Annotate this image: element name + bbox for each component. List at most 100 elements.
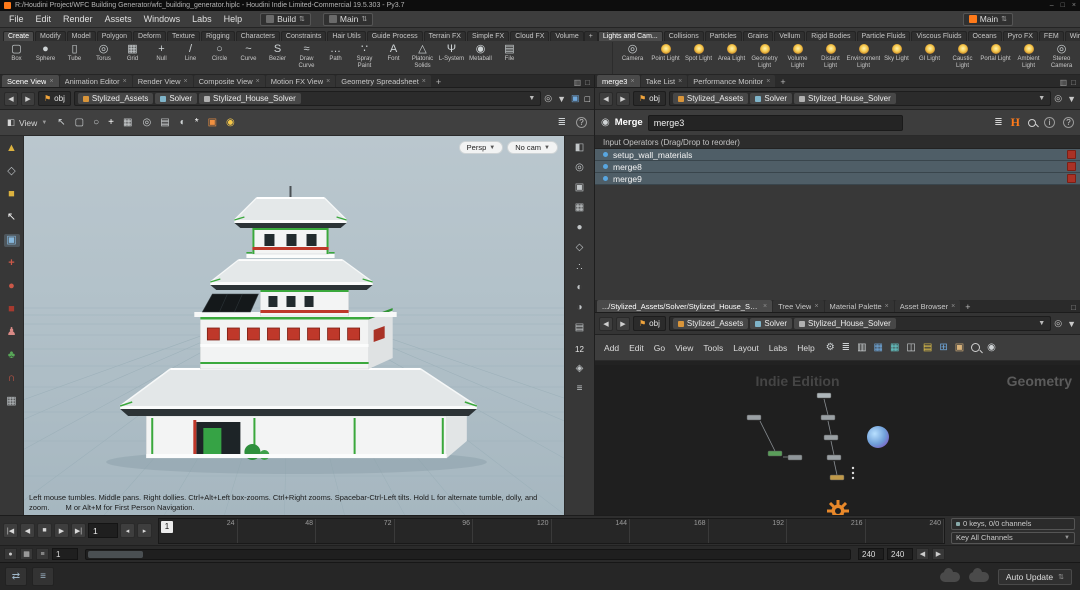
chevron-down-icon[interactable]: ▼ (1038, 95, 1047, 102)
jump-to-end-button[interactable]: ▶| (71, 523, 86, 538)
menu-item[interactable]: Tools (698, 343, 728, 353)
timeline-ruler[interactable]: 1 24487296120144168192216240 (158, 518, 945, 544)
timeline-tick[interactable]: 240 (866, 519, 945, 543)
shade-sphere-icon[interactable]: ● (576, 222, 582, 233)
timeline-tick[interactable]: 120 (473, 519, 552, 543)
chevron-down-icon[interactable]: ▼ (528, 95, 537, 102)
reference-grid-icon[interactable]: ▦ (575, 202, 584, 213)
close-tab-icon[interactable]: × (630, 78, 634, 85)
camera-view-icon[interactable]: ◎ (142, 117, 151, 128)
shelf-tab[interactable]: Polygon (97, 31, 132, 41)
shelf-tool[interactable]: Environment Light (847, 42, 880, 74)
close-tab-icon[interactable]: × (326, 78, 330, 85)
desktop-selector[interactable]: Build ⇅ (260, 13, 311, 26)
close-tab-icon[interactable]: × (123, 78, 127, 85)
shelf-tab[interactable]: Wires (1065, 31, 1080, 41)
shelf-tab[interactable]: Collisions (664, 31, 704, 41)
shelf-tab[interactable]: Constraints (281, 31, 326, 41)
auto-update-selector[interactable]: Auto Update ⇅ (998, 569, 1072, 585)
breadcrumb-chip[interactable]: Stylized_Assets (78, 93, 153, 104)
shelf-tool[interactable]: ▢Box (2, 42, 31, 74)
pane-tab[interactable]: Tree View× (773, 300, 823, 312)
shelf-tool[interactable]: ●Sphere (31, 42, 60, 74)
close-tab-icon[interactable]: × (951, 303, 955, 310)
shelf-tab[interactable]: Modify (35, 31, 66, 41)
menu-item[interactable]: Go (649, 343, 670, 353)
add-pane-tab-button[interactable]: + (776, 77, 789, 87)
shelf-tab[interactable]: Model (67, 31, 96, 41)
pin-icon[interactable]: ▼ (1067, 94, 1076, 104)
input-operator-row[interactable]: merge8 (595, 161, 1080, 173)
back-button[interactable]: ◀ (4, 92, 18, 106)
points-toggle-icon[interactable]: ∴ (576, 262, 582, 273)
select-tool-icon[interactable]: ↖ (4, 211, 20, 224)
menu-item[interactable]: Render (57, 14, 99, 24)
shelf-tool[interactable]: SBezier (263, 42, 292, 74)
menu-item[interactable]: Layout (728, 343, 764, 353)
info-icon[interactable]: i (1044, 117, 1055, 128)
timeline-tick[interactable]: 168 (630, 519, 709, 543)
global-range-end-input[interactable]: 240 (887, 548, 913, 560)
layout-single-icon[interactable]: ◧ (575, 142, 584, 153)
pane-maximize-icon[interactable]: □ (1071, 303, 1076, 312)
breadcrumb-chip[interactable]: Stylized_House_Solver (794, 318, 896, 329)
close-button[interactable]: × (1072, 2, 1076, 9)
sphere-brush-icon[interactable]: ● (4, 280, 20, 293)
shelf-tool[interactable]: ▯Tube (60, 42, 89, 74)
box-select-icon[interactable]: ▢ (75, 117, 84, 128)
pin-icon[interactable]: ▼ (1067, 319, 1076, 329)
range-start-input[interactable]: 1 (52, 548, 78, 560)
message-log-icon[interactable]: ≡ (32, 567, 54, 586)
menu-item[interactable]: Add (599, 343, 624, 353)
forward-button[interactable]: ▶ (616, 92, 630, 106)
remove-input-button[interactable] (1067, 150, 1076, 159)
cloud-render-icon[interactable] (940, 572, 960, 582)
shelf-tool[interactable]: ◎Stereo Camera (1045, 42, 1078, 74)
forward-button[interactable]: ▶ (616, 317, 630, 331)
menu-item[interactable]: Windows (138, 14, 187, 24)
help-icon[interactable]: ? (1063, 117, 1074, 128)
update-mode-icon[interactable]: ⇄ (5, 567, 27, 586)
shelf-tool[interactable]: Spot Light (682, 42, 715, 74)
onion-skin-icon[interactable]: ≡ (577, 383, 583, 394)
play-reverse-button[interactable]: ◀ (20, 523, 35, 538)
shelf-tool[interactable]: ◎Torus (89, 42, 118, 74)
subdivision-icon[interactable]: ◈ (576, 363, 584, 374)
close-tab-icon[interactable]: × (814, 303, 818, 310)
shelf-tab[interactable]: FEM (1039, 31, 1064, 41)
playhead[interactable]: 1 (161, 521, 173, 533)
menu-item[interactable]: Labs (764, 343, 792, 353)
range-right-arrow[interactable]: ▶ (932, 548, 945, 560)
shelf-tool[interactable]: /Line (176, 42, 205, 74)
breadcrumb-chip[interactable]: Stylized_House_Solver (199, 93, 301, 104)
shelf-tool[interactable]: ○Circle (205, 42, 234, 74)
shelf-tab[interactable]: Rigging (201, 31, 235, 41)
pane-maximize-icon[interactable]: □ (585, 78, 590, 87)
take-selector[interactable]: Main ⇅ (963, 13, 1013, 26)
step-forward-button[interactable]: ▸ (137, 523, 152, 538)
shelf-tool[interactable]: Portal Light (979, 42, 1012, 74)
sticky-note-icon[interactable]: ▤ (923, 342, 932, 353)
menu-item[interactable]: Labs (186, 14, 218, 24)
shelf-tool[interactable]: ▦Grid (118, 42, 147, 74)
back-button[interactable]: ◀ (599, 92, 613, 106)
input-operator-row[interactable]: setup_wall_materials (595, 149, 1080, 161)
range-left-arrow[interactable]: ◀ (916, 548, 929, 560)
shelf-tool[interactable]: Area Light (715, 42, 748, 74)
search-icon[interactable] (1028, 119, 1036, 127)
close-tab-icon[interactable]: × (885, 303, 889, 310)
pane-tab[interactable]: Scene View× (2, 75, 59, 87)
foliage-tool-icon[interactable]: ♣ (4, 349, 20, 362)
shelf-tab[interactable]: Characters (236, 31, 280, 41)
move-tool-icon[interactable]: + (108, 117, 114, 128)
close-tab-icon[interactable]: × (766, 78, 770, 85)
input-operator-row[interactable]: merge9 (595, 173, 1080, 185)
pin-icon[interactable]: ▼ (557, 94, 566, 104)
breadcrumb-chip[interactable]: Stylized_Assets (673, 318, 748, 329)
menu-item[interactable]: Help (792, 343, 819, 353)
visibility-icon[interactable]: ◉ (987, 342, 996, 353)
menu-item[interactable]: Edit (30, 14, 58, 24)
breadcrumb-chip[interactable]: Solver (750, 93, 792, 104)
backface-icon[interactable]: ◑ (576, 302, 582, 313)
display-flags-icon[interactable]: ▥ (857, 342, 866, 353)
